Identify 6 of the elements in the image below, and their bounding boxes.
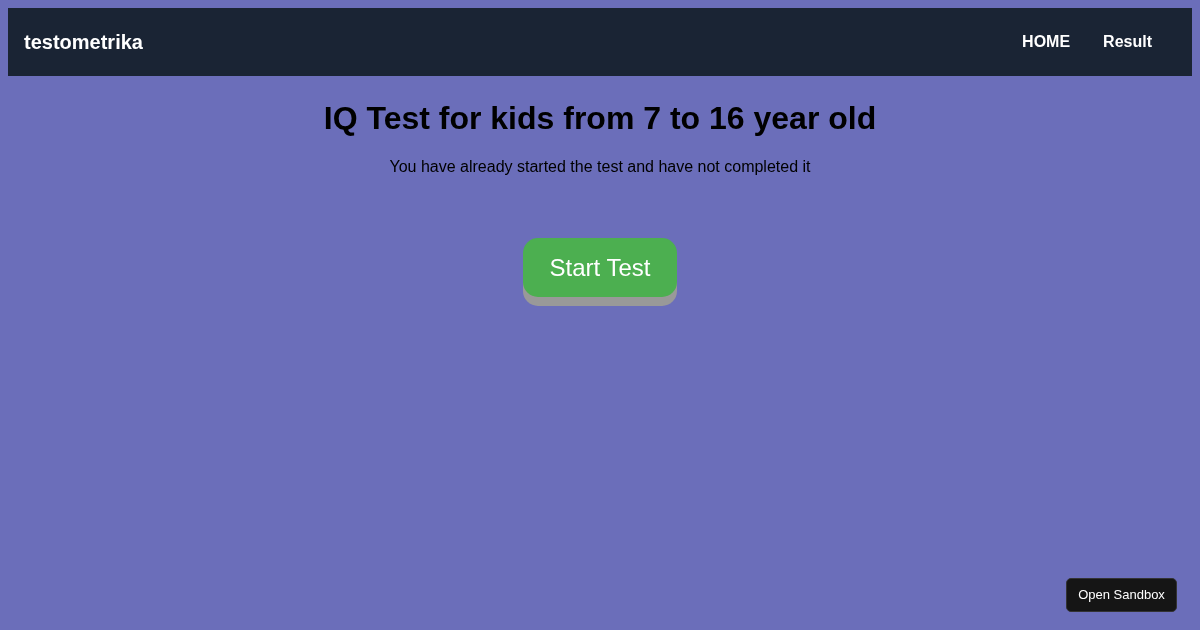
status-message: You have already started the test and have not completed it <box>389 157 811 177</box>
site-logo[interactable]: testometrika <box>24 27 143 57</box>
nav-link[interactable]: Result <box>1103 30 1152 54</box>
nav-link[interactable]: HOME <box>1022 30 1071 54</box>
page-title: IQ Test for kids from 7 to 16 year old <box>323 99 877 138</box>
open-sandbox-button[interactable]: Open Sandbox <box>1066 578 1177 612</box>
